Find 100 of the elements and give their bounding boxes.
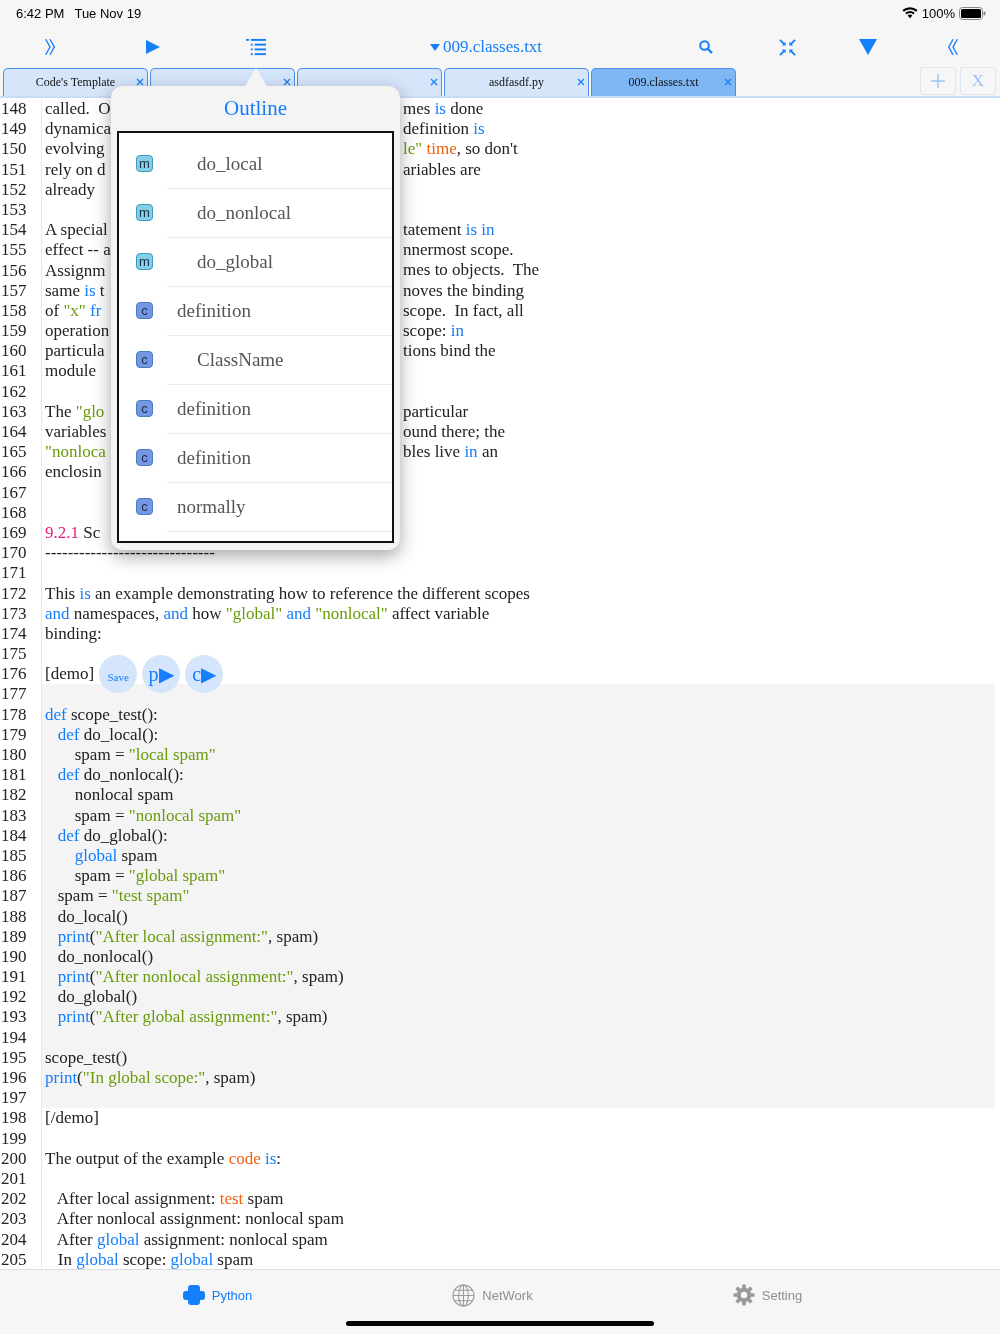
close-icon[interactable] xyxy=(430,78,438,86)
text-line: [demo] xyxy=(45,664,95,685)
text-line: After nonlocal assignment: nonlocal spam xyxy=(55,1209,344,1230)
file-title[interactable]: 009.classes.txt xyxy=(429,37,543,57)
text-line: scope. In fact, all xyxy=(403,300,524,322)
double-chevron-right-icon[interactable] xyxy=(44,37,56,57)
triangle-down-icon[interactable] xyxy=(859,39,877,55)
line-number: 169 xyxy=(0,522,42,544)
text-line: particula xyxy=(45,341,105,362)
line-number: 165 xyxy=(0,442,42,463)
text-line: print("In global scope:", spam) xyxy=(45,1068,256,1089)
text-line: spam = "global spam" xyxy=(73,866,226,887)
text-line: scope: in xyxy=(403,321,464,342)
text-line: [/demo] xyxy=(45,1108,99,1129)
line-number: 171 xyxy=(0,563,42,584)
status-time: 6:42 PM xyxy=(16,5,65,21)
text-line: definition is xyxy=(403,119,485,140)
text-line: same is t xyxy=(45,280,105,301)
file-tab[interactable]: Code's Template xyxy=(3,68,148,96)
text-line: rely on d xyxy=(45,159,106,180)
line-number: 160 xyxy=(0,341,42,362)
text-line: operation xyxy=(45,321,110,342)
line-number: 200 xyxy=(0,1148,42,1169)
line-number: 166 xyxy=(0,462,42,483)
text-line: spam = "nonlocal spam" xyxy=(73,805,242,826)
text-line: binding: xyxy=(45,623,102,645)
battery-icon xyxy=(959,6,986,20)
line-number: 151 xyxy=(0,159,42,180)
text-line: tatement is in xyxy=(403,220,495,241)
text-line: The output of the example code is: xyxy=(45,1148,282,1169)
text-line: The "glo xyxy=(45,401,105,422)
line-number: 203 xyxy=(0,1209,42,1230)
text-line: A special xyxy=(45,220,108,241)
plus-icon xyxy=(931,74,945,88)
text-line: print("After local assignment:", spam) xyxy=(56,926,319,947)
line-number: 199 xyxy=(0,1128,42,1149)
text-line: This is an example demonstrating how to reference the different scopes xyxy=(45,583,530,604)
line-number: 201 xyxy=(0,1168,42,1190)
text-line: le" time, so don't xyxy=(403,139,518,160)
line-number: 163 xyxy=(0,401,42,422)
line-number: 157 xyxy=(0,280,42,301)
blob-icon xyxy=(182,1284,205,1306)
outline-badge: c xyxy=(136,449,153,466)
text-line: bles live in an xyxy=(403,442,498,463)
line-number: 150 xyxy=(0,139,42,160)
line-number: 175 xyxy=(0,644,42,665)
outline-badge: c xyxy=(136,498,153,515)
text-line: mes is done xyxy=(403,99,484,120)
text-line: Assignm xyxy=(45,260,106,281)
outline-badge: c xyxy=(136,400,153,417)
text-line: ound there; the xyxy=(403,422,505,443)
inward-arrows-icon[interactable] xyxy=(778,38,796,56)
text-line: def scope_test(): xyxy=(45,704,158,725)
line-number: 176 xyxy=(0,664,42,685)
line-number: 174 xyxy=(0,623,42,645)
text-line: do_nonlocal() xyxy=(56,946,154,968)
line-number: 158 xyxy=(0,300,42,322)
caret-down-icon xyxy=(429,43,440,51)
text-line: effect -- a xyxy=(45,240,111,261)
text-line: enclosin xyxy=(45,462,102,483)
line-number: 173 xyxy=(0,603,42,624)
line-number: 153 xyxy=(0,199,42,221)
text-line: spam = "test spam" xyxy=(56,886,190,907)
text-line: called. O xyxy=(45,99,111,120)
close-icon[interactable] xyxy=(136,78,144,86)
line-number: 170 xyxy=(0,543,42,564)
text-line: do_local() xyxy=(56,906,128,927)
close-icon[interactable] xyxy=(283,78,291,86)
bottom-tab[interactable]: Python xyxy=(80,1284,355,1306)
line-number: 156 xyxy=(0,260,42,281)
line-number: 161 xyxy=(0,361,42,382)
popover-arrow xyxy=(245,68,267,86)
text-line: print("After global assignment:", spam) xyxy=(56,1007,328,1028)
text-line: 9.2.1 Sc xyxy=(45,522,101,544)
outline-badge: c xyxy=(136,302,153,319)
text-line: In global scope: global spam xyxy=(56,1249,254,1269)
text-line: mes to objects. The xyxy=(403,260,540,281)
text-line: already xyxy=(45,179,96,200)
battery-percent: 100% xyxy=(921,5,955,21)
line-number: 168 xyxy=(0,502,42,523)
search-icon[interactable] xyxy=(699,40,713,54)
text-line: global spam xyxy=(73,845,158,867)
play-icon[interactable] xyxy=(145,39,161,55)
wifi-icon xyxy=(901,7,918,19)
text-line: tions bind the xyxy=(403,341,496,362)
file-tab[interactable]: asdfasdf.py xyxy=(444,68,589,96)
close-icon[interactable] xyxy=(724,78,732,86)
text-line: nnermost scope. xyxy=(403,240,514,261)
text-line: do_global() xyxy=(56,987,138,1008)
settings-icon xyxy=(732,1284,755,1306)
file-tab[interactable]: 009.classes.txt xyxy=(591,68,736,96)
close-icon[interactable] xyxy=(577,78,585,86)
line-number: 167 xyxy=(0,482,42,503)
line-number: 148 xyxy=(0,99,42,120)
outline-list-icon[interactable] xyxy=(245,37,267,57)
text-line: dynamica xyxy=(45,119,112,140)
text-line: nonlocal spam xyxy=(73,785,174,806)
text-line: def do_nonlocal(): xyxy=(56,765,184,786)
double-chevron-left-icon[interactable] xyxy=(947,37,959,57)
line-number: 159 xyxy=(0,321,42,342)
